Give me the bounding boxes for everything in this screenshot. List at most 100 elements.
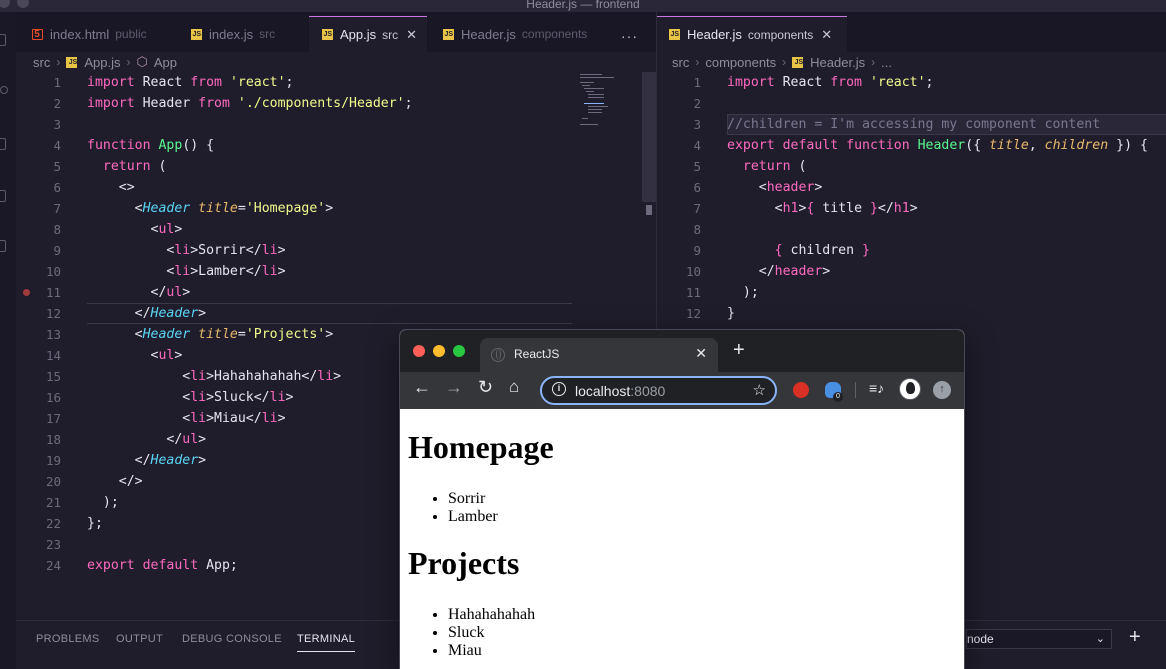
code-line: 10 </header> — [657, 261, 1166, 282]
more-actions-icon[interactable]: ··· — [621, 28, 638, 44]
line-number: 18 — [45, 432, 61, 447]
close-icon[interactable]: ✕ — [406, 27, 417, 43]
update-icon[interactable]: ↑ — [933, 381, 951, 399]
code-line: 6 <> — [16, 177, 656, 198]
projects-list: Hahahahahah Sluck Miau — [448, 606, 535, 660]
reload-icon[interactable]: ↻ — [478, 377, 493, 398]
tab-app-js[interactable]: JS App.js src ✕ — [309, 16, 427, 52]
line-number: 11 — [45, 285, 61, 300]
chevron-right-icon: › — [126, 55, 131, 69]
home-icon[interactable]: ⌂ — [509, 377, 519, 397]
tab-header-js[interactable]: JS Header.js components — [427, 16, 602, 52]
chevron-right-icon: › — [695, 55, 700, 69]
forward-arrow-icon[interactable]: → — [445, 377, 463, 398]
tab-header-js[interactable]: JS Header.js components ✕ — [657, 16, 847, 52]
traffic-light-minimize[interactable] — [433, 345, 445, 357]
tab-label: Header.js — [687, 27, 742, 42]
new-terminal-button[interactable]: + — [1129, 626, 1141, 649]
line-number: 1 — [693, 75, 701, 90]
breadcrumb-file[interactable]: App.js — [84, 55, 120, 70]
breadcrumb: src › components › JS Header.js › ... — [657, 52, 1166, 72]
line-number: 6 — [693, 180, 701, 195]
line-number: 9 — [53, 243, 61, 258]
breadcrumb-subfolder[interactable]: components — [705, 55, 776, 70]
breadcrumb-more[interactable]: ... — [881, 55, 892, 70]
adblock-extension-icon[interactable] — [793, 382, 809, 398]
line-number: 20 — [45, 474, 61, 489]
tab-label: Header.js — [461, 26, 516, 42]
browser-tab[interactable]: ReactJS ✕ — [480, 338, 718, 372]
reading-list-icon[interactable]: ≡♪ — [869, 380, 884, 396]
traffic-light-close[interactable] — [413, 345, 425, 357]
tab-label: index.html — [50, 26, 110, 42]
site-info-icon[interactable]: i — [552, 382, 566, 396]
line-number: 7 — [53, 201, 61, 216]
list-item: Hahahahahah — [448, 606, 535, 624]
profile-avatar[interactable] — [899, 378, 921, 400]
line-number: 8 — [693, 222, 701, 237]
tab-description: src — [259, 27, 276, 41]
breadcrumb-symbol[interactable]: App — [154, 55, 177, 70]
tab-description: public — [115, 27, 147, 41]
address-bar[interactable]: i localhost:8080 ☆ — [540, 376, 777, 405]
debug-icon[interactable] — [0, 190, 6, 202]
code-line: 5 return ( — [657, 156, 1166, 177]
breadcrumb-folder[interactable]: src — [33, 55, 50, 70]
tab-output[interactable]: OUTPUT — [116, 633, 163, 645]
code-line: 11 </ul> — [16, 282, 656, 303]
close-icon[interactable]: ✕ — [821, 27, 832, 43]
tab-terminal[interactable]: TERMINAL — [297, 633, 356, 652]
line-number: 19 — [45, 453, 61, 468]
code-line-current: 3//children = I'm accessing my component… — [657, 114, 1166, 135]
code-line: 7 <h1>{ title }</h1> — [657, 198, 1166, 219]
ghostery-extension-icon[interactable]: 0 — [825, 382, 843, 402]
traffic-light-maximize[interactable] — [453, 345, 465, 357]
tab-description: src — [382, 27, 399, 42]
terminal-select[interactable]: node ⌄ — [966, 629, 1112, 649]
code-line: 8 <ul> — [16, 219, 656, 240]
bookmark-star-icon[interactable]: ☆ — [753, 381, 766, 399]
breadcrumb-folder[interactable]: src — [672, 55, 689, 70]
line-number: 17 — [45, 411, 61, 426]
tab-bar: 5 index.html public JS index.js src JS A… — [16, 12, 656, 52]
breadcrumb-file[interactable]: Header.js — [810, 55, 865, 70]
tab-label: index.js — [209, 26, 254, 42]
tab-debug-console[interactable]: DEBUG CONSOLE — [182, 633, 282, 645]
line-number: 21 — [45, 495, 61, 510]
new-tab-button[interactable]: + — [733, 339, 745, 362]
line-number: 3 — [53, 117, 61, 132]
back-arrow-icon[interactable]: ← — [413, 377, 431, 398]
line-number: 5 — [693, 159, 701, 174]
line-number: 12 — [685, 306, 701, 321]
line-number: 7 — [693, 201, 701, 216]
chevron-right-icon: › — [782, 55, 787, 69]
js-file-icon: JS — [792, 56, 804, 68]
chevron-right-icon: › — [56, 55, 61, 69]
line-number: 22 — [45, 516, 61, 531]
tab-index-js[interactable]: JS index.js src — [179, 16, 309, 52]
breadcrumb: src › JS App.js › ⬡ App — [16, 52, 656, 72]
editor-scrollbar[interactable] — [642, 72, 656, 202]
js-file-icon: JS — [669, 29, 680, 40]
minimap[interactable] — [576, 72, 646, 132]
tab-description: components — [521, 27, 588, 41]
page-heading-homepage: Homepage — [408, 429, 554, 465]
scrollbar-thumb[interactable] — [646, 205, 652, 215]
js-file-icon: JS — [443, 28, 454, 40]
line-number: 12 — [45, 306, 61, 321]
close-tab-icon[interactable]: ✕ — [695, 345, 707, 362]
tab-label: App.js — [340, 27, 377, 42]
tab-index-html[interactable]: 5 index.html public — [24, 16, 179, 52]
extensions-icon[interactable] — [0, 240, 6, 252]
explorer-icon[interactable] — [0, 34, 6, 46]
tab-problems[interactable]: PROBLEMS — [36, 633, 100, 645]
url-host: localhost — [575, 383, 631, 399]
line-number: 4 — [53, 138, 61, 153]
source-control-icon[interactable] — [0, 138, 6, 150]
page-heading-projects: Projects — [408, 545, 520, 581]
line-number: 10 — [685, 264, 701, 279]
line-number: 11 — [685, 285, 701, 300]
search-icon[interactable] — [0, 86, 8, 94]
line-number: 2 — [693, 96, 701, 111]
toolbar-divider — [855, 382, 856, 398]
